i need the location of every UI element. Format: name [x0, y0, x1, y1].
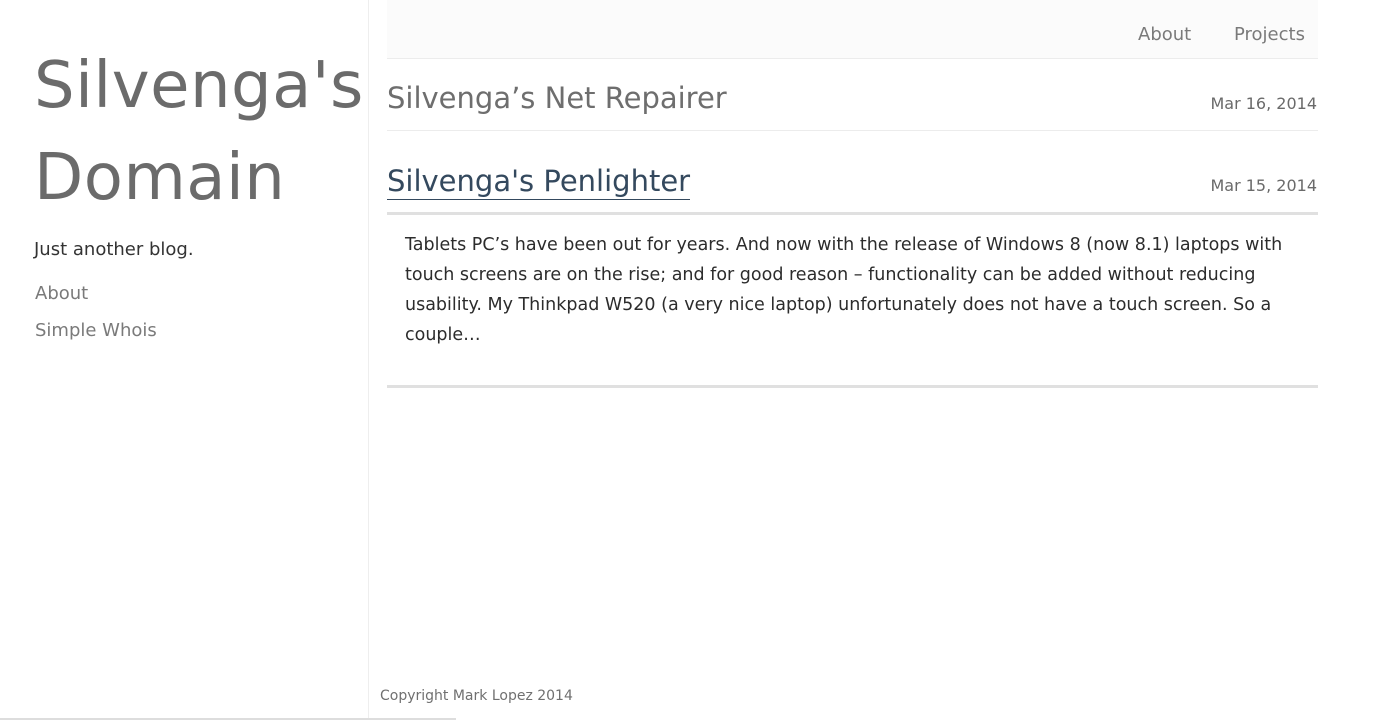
post-date: Mar 15, 2014 [1210, 176, 1317, 195]
sidebar-link-simple-whois[interactable]: Simple Whois [35, 319, 157, 343]
post-title-link-active[interactable]: Silvenga's Penlighter [387, 163, 691, 200]
page: Silvenga's Domain Just another blog. Abo… [0, 0, 1374, 720]
site-tagline: Just another blog. [34, 239, 194, 260]
post-date: Mar 16, 2014 [1210, 94, 1317, 113]
post-title-link[interactable]: Silvenga’s Net Repairer [387, 81, 727, 115]
site-title[interactable]: Silvenga's Domain [34, 40, 364, 224]
sidebar-nav: About Simple Whois [35, 282, 157, 356]
sidebar-link-about[interactable]: About [35, 282, 157, 306]
post-row: Silvenga’s Net Repairer Mar 16, 2014 [387, 80, 1318, 131]
top-nav: About Projects [387, 0, 1318, 59]
sidebar: Silvenga's Domain Just another blog. Abo… [0, 0, 369, 720]
post-excerpt: Tablets PC’s have been out for years. An… [405, 235, 1283, 345]
top-nav-about[interactable]: About [1138, 24, 1191, 45]
post-divider [387, 385, 1318, 388]
post-row-expanded: Silvenga's Penlighter Mar 15, 2014 [387, 162, 1318, 215]
top-nav-projects[interactable]: Projects [1234, 24, 1305, 45]
footer-copyright: Copyright Mark Lopez 2014 [380, 688, 573, 704]
